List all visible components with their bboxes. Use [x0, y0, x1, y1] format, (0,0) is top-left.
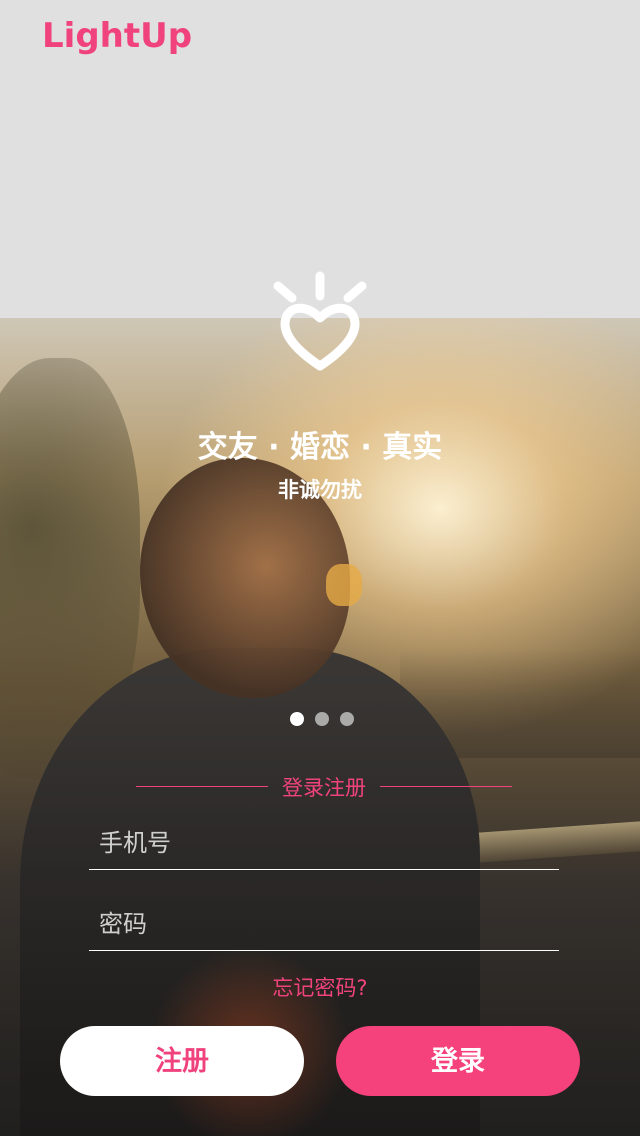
section-title: 登录注册	[282, 776, 366, 800]
subtagline: 非诚勿扰	[278, 478, 362, 502]
phone-input[interactable]	[89, 817, 559, 869]
carousel-dot-2[interactable]	[315, 712, 329, 726]
phone-field	[89, 817, 559, 870]
password-field	[89, 898, 559, 951]
divider-right	[380, 786, 512, 787]
carousel-indicator	[290, 712, 360, 728]
carousel-dot-3[interactable]	[340, 712, 354, 726]
login-section-header: 登录注册	[136, 770, 512, 804]
heart-light-icon	[273, 271, 367, 371]
login-button[interactable]: 登录	[336, 1026, 580, 1096]
tagline: 交友 · 婚恋 · 真实	[197, 430, 443, 465]
register-button[interactable]: 注册	[60, 1026, 304, 1096]
forgot-password-link[interactable]: 忘记密码?	[0, 972, 640, 1002]
password-input[interactable]	[89, 898, 559, 950]
carousel-dot-1[interactable]	[290, 712, 304, 726]
app-logo: LightUp	[42, 16, 193, 56]
